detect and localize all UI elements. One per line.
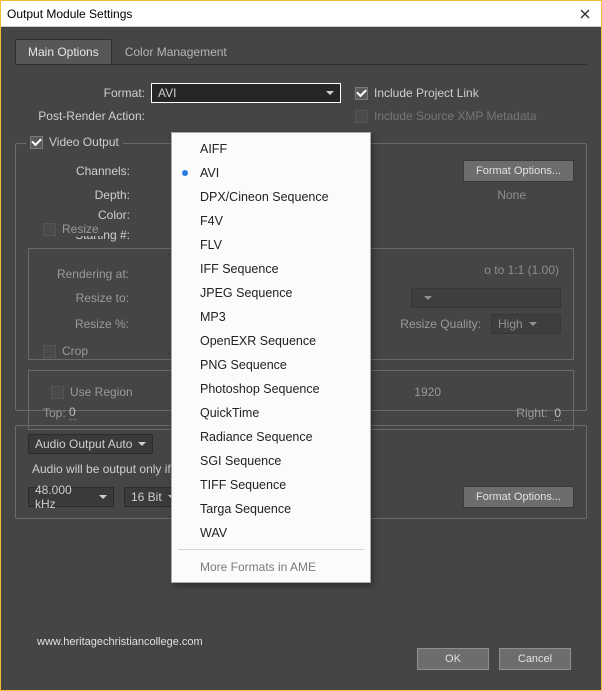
resize-legend: Resize <box>39 222 103 236</box>
format-option[interactable]: PNG Sequence <box>172 353 370 377</box>
format-option[interactable]: Photoshop Sequence <box>172 377 370 401</box>
crop-size-hint: 1920 <box>414 385 441 399</box>
format-option[interactable]: MP3 <box>172 305 370 329</box>
resize-pct-label: Resize %: <box>41 317 135 331</box>
format-row: Format: AVI Include Project Link <box>15 83 587 103</box>
chevron-down-icon <box>99 495 107 499</box>
depth-label: Depth: <box>28 188 136 202</box>
format-option[interactable]: FLV <box>172 233 370 257</box>
resize-quality-select[interactable]: High <box>491 314 561 334</box>
audio-mode-select[interactable]: Audio Output Auto <box>28 434 153 454</box>
format-option[interactable]: AVI <box>172 161 370 185</box>
tab-main-options[interactable]: Main Options <box>15 39 112 64</box>
close-icon[interactable] <box>575 4 595 24</box>
dialog-footer: OK Cancel <box>417 648 571 670</box>
format-option[interactable]: F4V <box>172 209 370 233</box>
depth-none: None <box>497 188 526 202</box>
post-render-row: Post-Render Action: Include Source XMP M… <box>15 109 587 123</box>
include-xmp-row: Include Source XMP Metadata <box>355 109 537 123</box>
tab-strip: Main Options Color Management <box>15 39 587 65</box>
chevron-down-icon <box>529 322 537 326</box>
resize-legend-text: Resize <box>62 222 99 236</box>
cancel-button[interactable]: Cancel <box>499 648 571 670</box>
resize-quality-value: High <box>498 317 523 331</box>
rendering-at-label: Rendering at: <box>41 267 135 281</box>
audio-rate-select[interactable]: 48.000 kHz <box>28 487 114 507</box>
resize-checkbox[interactable] <box>43 223 56 236</box>
titlebar[interactable]: Output Module Settings <box>1 1 601 27</box>
include-project-link-row: Include Project Link <box>355 86 479 100</box>
ok-button[interactable]: OK <box>417 648 489 670</box>
format-label: Format: <box>15 86 151 100</box>
use-region-label: Use Region <box>70 385 133 399</box>
channels-label: Channels: <box>28 164 136 178</box>
audio-rate-value: 48.000 kHz <box>35 483 93 511</box>
format-option[interactable]: IFF Sequence <box>172 257 370 281</box>
resize-to-label: Resize to: <box>41 291 135 305</box>
tab-color-management[interactable]: Color Management <box>112 39 240 64</box>
include-project-link-checkbox[interactable] <box>355 87 368 100</box>
output-module-settings-window: Output Module Settings Main Options Colo… <box>0 0 602 691</box>
chevron-down-icon <box>424 296 432 300</box>
video-format-options-button[interactable]: Format Options... <box>463 160 574 182</box>
lock-aspect-hint: o to 1:1 (1.00) <box>484 263 559 277</box>
use-region-checkbox[interactable] <box>51 386 64 399</box>
format-more-in-ame[interactable]: More Formats in AME <box>172 554 370 578</box>
crop-right-value[interactable]: 0 <box>554 406 561 421</box>
format-option[interactable]: WAV <box>172 521 370 545</box>
color-label: Color: <box>28 208 136 222</box>
crop-checkbox[interactable] <box>43 345 56 358</box>
format-select[interactable]: AVI <box>151 83 341 103</box>
dropdown-separator <box>178 549 364 550</box>
crop-top-label: Top: <box>43 406 66 420</box>
video-output-legend: Video Output <box>26 135 123 149</box>
chevron-down-icon <box>138 442 146 446</box>
include-xmp-label: Include Source XMP Metadata <box>374 109 537 123</box>
format-option[interactable]: DPX/Cineon Sequence <box>172 185 370 209</box>
post-render-label: Post-Render Action: <box>15 109 151 123</box>
window-title: Output Module Settings <box>7 7 132 21</box>
crop-legend-text: Crop <box>62 344 88 358</box>
format-option[interactable]: Radiance Sequence <box>172 425 370 449</box>
resize-to-select[interactable] <box>411 288 561 308</box>
include-project-link-label: Include Project Link <box>374 86 479 100</box>
watermark-text: www.heritagechristiancollege.com <box>37 636 203 648</box>
crop-top-value[interactable]: 0 <box>69 405 76 420</box>
format-option[interactable]: JPEG Sequence <box>172 281 370 305</box>
audio-depth-value: 16 Bit <box>131 490 162 504</box>
format-option[interactable]: TIFF Sequence <box>172 473 370 497</box>
audio-format-options-button[interactable]: Format Options... <box>463 486 574 508</box>
crop-legend: Crop <box>39 344 92 358</box>
format-option[interactable]: AIFF <box>172 137 370 161</box>
format-option[interactable]: Targa Sequence <box>172 497 370 521</box>
dialog-body: Main Options Color Management Format: AV… <box>1 27 601 690</box>
resize-quality-label: Resize Quality: <box>400 317 481 331</box>
format-option[interactable]: QuickTime <box>172 401 370 425</box>
format-option[interactable]: OpenEXR Sequence <box>172 329 370 353</box>
format-option[interactable]: SGI Sequence <box>172 449 370 473</box>
include-xmp-checkbox[interactable] <box>355 110 368 123</box>
crop-right-label: Right: <box>516 406 547 420</box>
format-dropdown-list[interactable]: AIFFAVIDPX/Cineon SequenceF4VFLVIFF Sequ… <box>171 132 371 583</box>
format-select-value: AVI <box>158 86 176 100</box>
audio-mode-value: Audio Output Auto <box>35 437 132 451</box>
video-output-checkbox[interactable] <box>30 136 43 149</box>
video-output-legend-text: Video Output <box>49 135 119 149</box>
chevron-down-icon <box>326 91 334 95</box>
